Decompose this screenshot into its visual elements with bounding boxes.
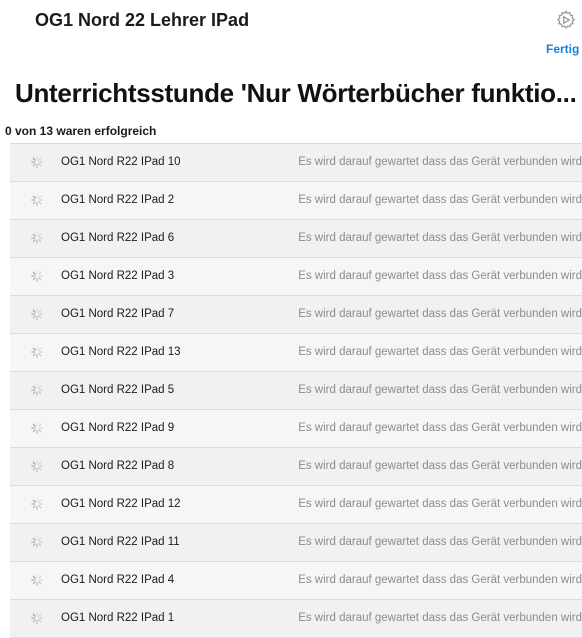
device-row[interactable]: OG1 Nord R22 IPad 3 Es wird darauf gewart… (10, 258, 582, 296)
device-name: OG1 Nord R22 IPad 11 (61, 536, 180, 548)
loading-spinner-icon (31, 536, 43, 548)
lesson-title: Unterrichtsstunde 'Nur Wörterbücher funk… (15, 78, 577, 108)
device-status: Es wird darauf gewartet dass das Gerät v… (298, 270, 582, 282)
loading-spinner-icon (31, 194, 43, 206)
device-row[interactable]: OG1 Nord R22 IPad 12 Es wird darauf gewar… (10, 486, 582, 524)
device-row[interactable]: OG1 Nord R22 IPad 7 Es wird darauf gewart… (10, 296, 582, 334)
device-row[interactable]: OG1 Nord R22 IPad 13 Es wird darauf gewar… (10, 334, 582, 372)
device-name: OG1 Nord R22 IPad 8 (61, 460, 175, 472)
loading-spinner-icon (31, 156, 43, 168)
device-row[interactable]: OG1 Nord R22 IPad 4 Es wird darauf gewart… (10, 562, 582, 600)
device-name: OG1 Nord R22 IPad 2 (61, 194, 175, 206)
device-status: Es wird darauf gewartet dass das Gerät v… (298, 308, 582, 320)
loading-spinner-icon (31, 232, 43, 244)
loading-spinner-icon (31, 498, 43, 510)
loading-spinner-icon (31, 574, 43, 586)
loading-spinner-icon (31, 308, 43, 320)
device-name: OG1 Nord R22 IPad 5 (61, 384, 175, 396)
device-row[interactable]: OG1 Nord R22 IPad 6 Es wird darauf gewart… (10, 220, 582, 258)
device-status: Es wird darauf gewartet dass das Gerät v… (298, 194, 582, 206)
device-status: Es wird darauf gewartet dass das Gerät v… (298, 612, 582, 624)
device-status: Es wird darauf gewartet dass das Gerät v… (298, 498, 582, 510)
loading-spinner-icon (31, 346, 43, 358)
loading-spinner-icon (31, 422, 43, 434)
device-row[interactable]: OG1 Nord R22 IPad 11 Es wird darauf gewar… (10, 524, 582, 562)
loading-spinner-icon (31, 270, 43, 282)
device-row[interactable]: OG1 Nord R22 IPad 9 Es wird darauf gewart… (10, 410, 582, 448)
device-name: OG1 Nord R22 IPad 3 (61, 270, 175, 282)
device-list: OG1 Nord R22 IPad 10 Es wird darauf gewar… (10, 143, 582, 638)
device-name: OG1 Nord R22 IPad 10 (61, 156, 181, 168)
header: OG1 Nord 22 Lehrer IPad Fertig (0, 0, 582, 62)
loading-spinner-icon (31, 612, 43, 624)
device-status: Es wird darauf gewartet dass das Gerät v… (298, 422, 582, 434)
device-row[interactable]: OG1 Nord R22 IPad 8 Es wird darauf gewart… (10, 448, 582, 486)
gear-icon[interactable] (555, 9, 577, 31)
device-row[interactable]: OG1 Nord R22 IPad 5 Es wird darauf gewart… (10, 372, 582, 410)
loading-spinner-icon (31, 460, 43, 472)
device-status: Es wird darauf gewartet dass das Gerät v… (298, 536, 582, 548)
device-status: Es wird darauf gewartet dass das Gerät v… (298, 346, 582, 358)
device-name: OG1 Nord R22 IPad 12 (61, 498, 181, 510)
device-row[interactable]: OG1 Nord R22 IPad 10 Es wird darauf gewar… (10, 144, 582, 182)
device-status: Es wird darauf gewartet dass das Gerät v… (298, 384, 582, 396)
device-name: OG1 Nord R22 IPad 4 (61, 574, 175, 586)
device-row[interactable]: OG1 Nord R22 IPad 1 Es wird darauf gewart… (10, 600, 582, 638)
device-name: OG1 Nord R22 IPad 1 (61, 612, 175, 624)
device-status: Es wird darauf gewartet dass das Gerät v… (298, 460, 582, 472)
result-summary: 0 von 13 waren erfolgreich (5, 124, 157, 138)
device-name: OG1 Nord R22 IPad 7 (61, 308, 175, 320)
device-status: Es wird darauf gewartet dass das Gerät v… (298, 156, 582, 168)
done-button[interactable]: Fertig (546, 42, 579, 56)
device-status: Es wird darauf gewartet dass das Gerät v… (298, 232, 582, 244)
device-name: OG1 Nord R22 IPad 13 (61, 346, 181, 358)
device-row[interactable]: OG1 Nord R22 IPad 2 Es wird darauf gewart… (10, 182, 582, 220)
device-status: Es wird darauf gewartet dass das Gerät v… (298, 574, 582, 586)
loading-spinner-icon (31, 384, 43, 396)
device-name: OG1 Nord R22 IPad 6 (61, 232, 175, 244)
device-name: OG1 Nord R22 IPad 9 (61, 422, 175, 434)
device-title: OG1 Nord 22 Lehrer IPad (35, 10, 250, 30)
